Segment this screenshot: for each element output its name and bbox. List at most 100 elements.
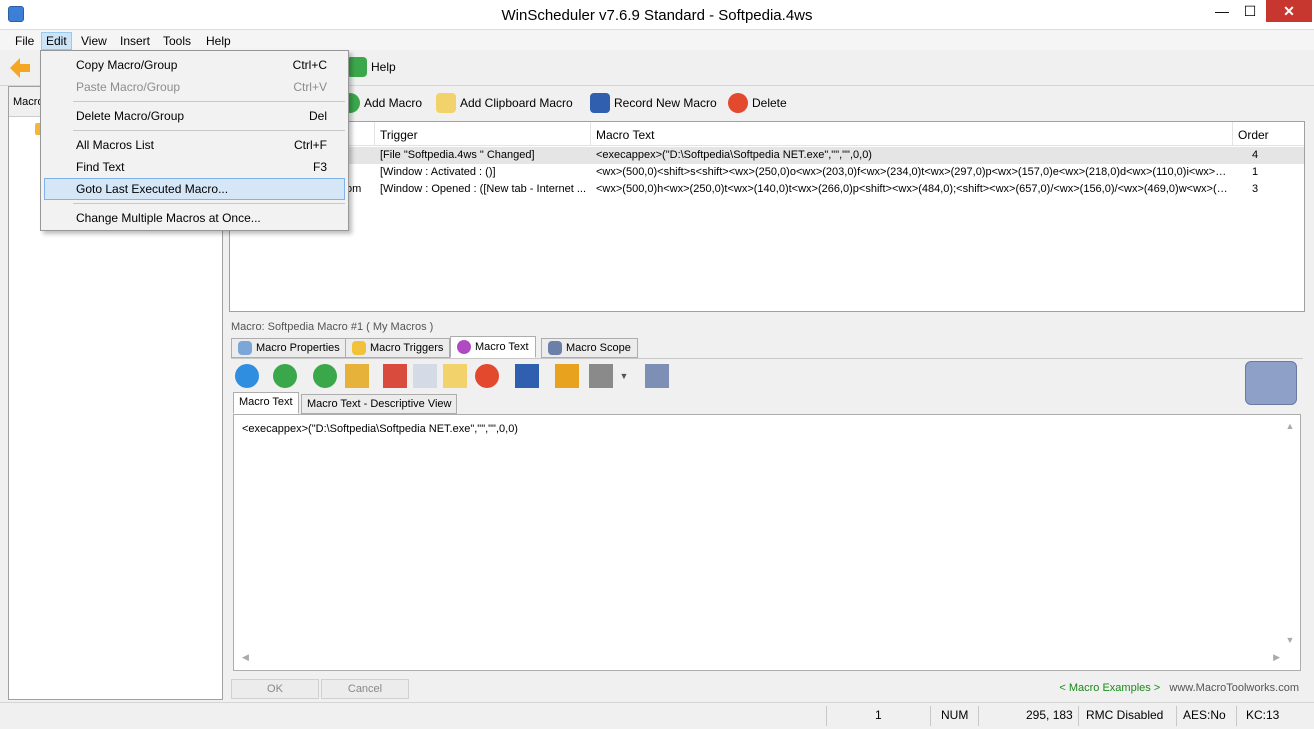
- cancel-button[interactable]: Cancel: [321, 679, 409, 699]
- scroll-left-icon[interactable]: ◀: [242, 652, 249, 663]
- tab-macro-scope[interactable]: Macro Scope: [541, 338, 638, 358]
- menu-item-label: Change Multiple Macros at Once...: [76, 211, 261, 225]
- menu-item-paste-macro[interactable]: Paste Macro/Group Ctrl+V: [44, 76, 345, 98]
- paste-icon[interactable]: [443, 364, 467, 388]
- status-rmc: RMC Disabled: [1086, 708, 1164, 722]
- edit-menu-dropdown: Copy Macro/Group Ctrl+C Paste Macro/Grou…: [40, 50, 349, 231]
- record-icon[interactable]: [515, 364, 539, 388]
- vertical-scrollbar[interactable]: ▲ ▼: [1284, 421, 1296, 645]
- menu-separator: [73, 203, 345, 204]
- minimize-button[interactable]: —: [1207, 0, 1237, 22]
- menu-item-label: Goto Last Executed Macro...: [76, 182, 229, 196]
- play-icon[interactable]: [235, 364, 259, 388]
- tab-label: Macro Triggers: [370, 342, 444, 354]
- menu-separator: [73, 130, 345, 131]
- status-separator: [1236, 706, 1237, 726]
- delete-icon: [728, 93, 748, 113]
- macro-examples-link[interactable]: < Macro Examples >: [1059, 682, 1160, 694]
- table-row[interactable]: [File "Softpedia.4ws " Changed] <execapp…: [230, 147, 1304, 164]
- macro-editor-panel: Macro: Softpedia Macro #1 ( My Macros ) …: [229, 318, 1305, 678]
- window-title: WinScheduler v7.6.9 Standard - Softpedia…: [501, 7, 813, 24]
- add-command-icon[interactable]: [313, 364, 337, 388]
- tab-macro-triggers[interactable]: Macro Triggers: [345, 338, 451, 358]
- edit-command-icon[interactable]: [345, 364, 369, 388]
- status-separator: [930, 706, 931, 726]
- back-button[interactable]: [10, 55, 30, 81]
- website-link[interactable]: www.MacroToolworks.com: [1169, 682, 1299, 694]
- table-row[interactable]: [Window : Activated : ()] <wx>(500,0)<sh…: [230, 164, 1304, 181]
- status-separator: [1078, 706, 1079, 726]
- cell-macro-text: <wx>(500,0)<shift>s<shift><wx>(250,0)o<w…: [596, 166, 1228, 178]
- column-separator: [590, 122, 591, 146]
- tab-macro-properties[interactable]: Macro Properties: [231, 338, 347, 358]
- subtab-macro-text[interactable]: Macro Text: [233, 392, 299, 414]
- menu-item-label: Paste Macro/Group: [76, 80, 181, 94]
- cell-name: om: [346, 183, 362, 195]
- menu-item-shortcut: Ctrl+V: [293, 80, 327, 94]
- add-clipboard-macro-button[interactable]: Add Clipboard Macro: [436, 90, 573, 116]
- menu-item-label: Copy Macro/Group: [76, 58, 178, 72]
- maximize-button[interactable]: ☐: [1235, 0, 1265, 22]
- subtab-descriptive-view[interactable]: Macro Text - Descriptive View: [301, 394, 458, 414]
- scroll-right-icon[interactable]: ▶: [1273, 652, 1280, 663]
- cell-order: 3: [1252, 183, 1259, 195]
- column-trigger[interactable]: Trigger: [380, 128, 418, 142]
- help-button[interactable]: Help: [347, 54, 396, 80]
- status-kc: KC:13: [1246, 708, 1280, 722]
- record-new-macro-button[interactable]: Record New Macro: [590, 90, 717, 116]
- menu-help[interactable]: Help: [201, 32, 236, 50]
- menu-item-copy-macro[interactable]: Copy Macro/Group Ctrl+C: [44, 54, 345, 76]
- scroll-up-icon[interactable]: ▲: [1284, 421, 1296, 431]
- menu-item-goto-last-executed[interactable]: Goto Last Executed Macro...: [44, 178, 345, 200]
- menu-item-shortcut: Ctrl+F: [294, 138, 327, 152]
- cell-trigger: [File "Softpedia.4ws " Changed]: [380, 149, 535, 161]
- macro-grid[interactable]: Trigger Macro Text Order [File "Softpedi…: [229, 121, 1305, 312]
- add-macro-button[interactable]: Add Macro: [340, 90, 422, 116]
- add-macro-label: Add Macro: [364, 96, 423, 110]
- tab-macro-text[interactable]: Macro Text: [450, 336, 536, 358]
- menu-insert[interactable]: Insert: [115, 32, 155, 50]
- list-menu-icon[interactable]: [645, 364, 669, 388]
- properties-icon: [238, 341, 252, 355]
- menu-edit[interactable]: Edit: [41, 32, 72, 50]
- check-icon[interactable]: [273, 364, 297, 388]
- scroll-down-icon[interactable]: ▼: [1284, 635, 1296, 645]
- dropdown-arrow-icon[interactable]: ▼: [619, 364, 629, 388]
- add-clipboard-macro-label: Add Clipboard Macro: [460, 96, 573, 110]
- menu-item-all-macros-list[interactable]: All Macros List Ctrl+F: [44, 134, 345, 156]
- close-button[interactable]: ✕: [1266, 0, 1312, 22]
- macro-text-content[interactable]: <execappex>("D:\Softpedia\Softpedia NET.…: [242, 423, 518, 435]
- step-gear-icon[interactable]: [589, 364, 613, 388]
- delete-icon[interactable]: [475, 364, 499, 388]
- macro-text-editor[interactable]: <execappex>("D:\Softpedia\Softpedia NET.…: [233, 414, 1301, 671]
- cut-icon[interactable]: [383, 364, 407, 388]
- column-separator: [1232, 122, 1233, 146]
- lightning-icon: [352, 341, 366, 355]
- title-bar: WinScheduler v7.6.9 Standard - Softpedia…: [0, 0, 1314, 30]
- copy-icon[interactable]: [413, 364, 437, 388]
- table-row[interactable]: om [Window : Opened : ([New tab - Intern…: [230, 181, 1304, 198]
- status-count: 1: [875, 708, 882, 722]
- menu-item-change-multiple-macros[interactable]: Change Multiple Macros at Once...: [44, 207, 345, 229]
- status-coords: 295, 183: [1026, 708, 1073, 722]
- menu-tools[interactable]: Tools: [158, 32, 196, 50]
- footer-links: < Macro Examples > www.MacroToolworks.co…: [1059, 682, 1299, 694]
- column-order[interactable]: Order: [1238, 128, 1269, 142]
- column-macro-text[interactable]: Macro Text: [596, 128, 654, 142]
- menu-item-find-text[interactable]: Find Text F3: [44, 156, 345, 178]
- menu-item-delete-macro[interactable]: Delete Macro/Group Del: [44, 105, 345, 127]
- start-gear-icon[interactable]: [555, 364, 579, 388]
- horizontal-scrollbar[interactable]: ◀ ▶: [242, 652, 1280, 664]
- menu-item-shortcut: Del: [308, 109, 327, 123]
- menu-view[interactable]: View: [76, 32, 112, 50]
- tab-label: Macro Properties: [256, 342, 340, 354]
- bottom-bar: OK Cancel < Macro Examples > www.MacroTo…: [229, 678, 1305, 700]
- keyboard-key-icon[interactable]: [1245, 361, 1297, 405]
- ok-button[interactable]: OK: [231, 679, 319, 699]
- grid-header: Trigger Macro Text Order: [230, 122, 1304, 146]
- status-bar: 1 NUM 295, 183 RMC Disabled AES:No KC:13: [0, 702, 1314, 729]
- menu-separator: [73, 101, 345, 102]
- menu-file[interactable]: File: [10, 32, 39, 50]
- delete-button[interactable]: Delete: [728, 90, 787, 116]
- tab-label: Macro Text: [475, 341, 529, 353]
